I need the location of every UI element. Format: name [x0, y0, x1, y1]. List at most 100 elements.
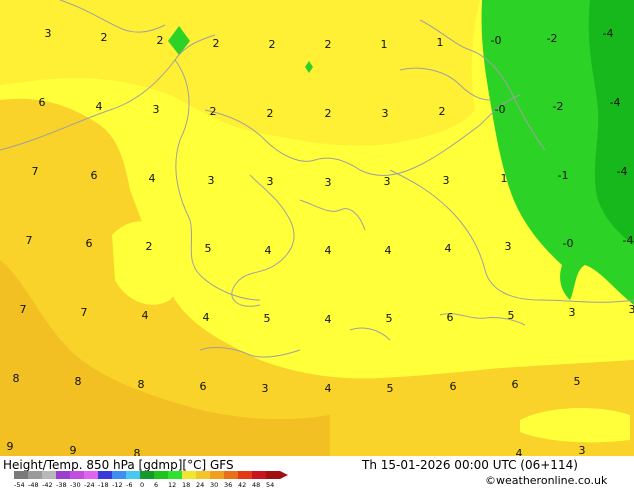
- contour-label: 2: [269, 38, 276, 51]
- scale-swatch: [154, 471, 168, 479]
- weather-map-page: 3 2 2 2 2 2 1 1 -0 -2 -4 6 4 3 2 2 2 3 2 -0 -2 -4 7 6 4 3 3 3 3 3 1 -1 -…: [0, 0, 634, 490]
- scale-tick-label: 42: [238, 481, 246, 489]
- contour-label: 2: [157, 34, 164, 47]
- scale-swatch: [266, 471, 280, 479]
- contour-label: 3: [505, 240, 512, 253]
- contour-label: 3: [569, 306, 576, 319]
- contour-label: 4: [325, 382, 332, 395]
- scale-arrow-right: [280, 471, 288, 479]
- contour-label: 3: [443, 174, 450, 187]
- contour-label: 4: [445, 242, 452, 255]
- scale-tick-label: -42: [42, 481, 53, 489]
- contour-label: 3: [579, 444, 586, 456]
- scale-swatch: [98, 471, 112, 479]
- contour-label: 5: [205, 242, 212, 255]
- contour-label: 3: [384, 175, 391, 188]
- contour-label: 6: [86, 237, 93, 250]
- contour-label: -2: [553, 100, 564, 113]
- contour-label: 3: [153, 103, 160, 116]
- contour-label: 5: [574, 375, 581, 388]
- contour-label: 4: [96, 100, 103, 113]
- contour-label: 8: [134, 447, 141, 456]
- scale-tick-label: 48: [252, 481, 260, 489]
- contour-label: 7: [81, 306, 88, 319]
- contour-label: -4: [623, 234, 634, 247]
- contour-label: 4: [203, 311, 210, 324]
- scale-tick-label: -12: [112, 481, 123, 489]
- contour-label: 3: [267, 175, 274, 188]
- scale-tick-label: -6: [126, 481, 132, 489]
- scale-tick-label: 12: [168, 481, 176, 489]
- scale-tick-label: 30: [210, 481, 218, 489]
- scale-swatch: [112, 471, 126, 479]
- contour-label: -0: [563, 237, 574, 250]
- contour-label: -4: [610, 96, 621, 109]
- contour-label: -0: [491, 34, 502, 47]
- scale-swatch: [42, 471, 56, 479]
- scale-swatch: [210, 471, 224, 479]
- contour-label: 1: [381, 38, 388, 51]
- map-datetime: Th 15-01-2026 00:00 UTC (06+114): [362, 458, 578, 472]
- scale-swatch: [84, 471, 98, 479]
- contour-label: 5: [387, 382, 394, 395]
- contour-label: 2: [325, 107, 332, 120]
- map-footer: Height/Temp. 850 hPa [gdmp][°C] GFS Th 1…: [0, 456, 634, 490]
- scale-swatch: [14, 471, 28, 479]
- contour-label: 1: [501, 172, 508, 185]
- contour-label: 1: [437, 36, 444, 49]
- scale-tick-label: -30: [70, 481, 81, 489]
- contour-label: 5: [264, 312, 271, 325]
- contour-label: 3: [325, 176, 332, 189]
- website-credit[interactable]: ©weatheronline.co.uk: [485, 474, 607, 487]
- contour-label: 6: [39, 96, 46, 109]
- scale-tick-label: 18: [182, 481, 190, 489]
- scale-tick-label: -18: [98, 481, 109, 489]
- scale-swatch: [224, 471, 238, 479]
- scale-tick-label: 24: [196, 481, 204, 489]
- contour-label: -2: [547, 32, 558, 45]
- scale-swatch: [168, 471, 182, 479]
- scale-swatch: [196, 471, 210, 479]
- contour-label: 2: [267, 107, 274, 120]
- scale-tick-label: -48: [28, 481, 39, 489]
- scale-swatch: [238, 471, 252, 479]
- contour-label: -0: [495, 103, 506, 116]
- map-title: Height/Temp. 850 hPa [gdmp][°C] GFS: [3, 458, 234, 472]
- contour-label: 2: [146, 240, 153, 253]
- scale-tick-label: 36: [224, 481, 232, 489]
- contour-label: 9: [70, 444, 77, 456]
- contour-label: 8: [138, 378, 145, 391]
- contour-label: -4: [617, 165, 628, 178]
- contour-label: 9: [7, 440, 14, 453]
- contour-label: 4: [325, 244, 332, 257]
- contour-label: 3: [262, 382, 269, 395]
- scale-swatch: [182, 471, 196, 479]
- scale-swatch: [70, 471, 84, 479]
- contour-label: 5: [508, 309, 515, 322]
- contour-label: 3: [45, 27, 52, 40]
- contour-label: 5: [386, 312, 393, 325]
- contour-label: 4: [516, 447, 523, 456]
- scale-tick-label: 6: [154, 481, 158, 489]
- contour-label: 6: [450, 380, 457, 393]
- contour-label: 6: [512, 378, 519, 391]
- contour-label: 8: [13, 372, 20, 385]
- scale-swatch: [28, 471, 42, 479]
- contour-label: 3: [208, 174, 215, 187]
- contour-label: 6: [447, 311, 454, 324]
- scale-tick-label: -54: [14, 481, 25, 489]
- contour-label: 7: [26, 234, 33, 247]
- contour-label: -4: [603, 27, 614, 40]
- contour-label: 8: [75, 375, 82, 388]
- weather-map: 3 2 2 2 2 2 1 1 -0 -2 -4 6 4 3 2 2 2 3 2 -0 -2 -4 7 6 4 3 3 3 3 3 1 -1 -…: [0, 0, 634, 456]
- scale-tick-label: -24: [84, 481, 95, 489]
- contour-label: 6: [200, 380, 207, 393]
- contour-label: 2: [325, 38, 332, 51]
- color-scale-bar: -54 -48 -42 -38 -30 -24 -18 -12 -6 0 6 12 18 24 30 36 42…: [14, 471, 288, 489]
- scale-swatch: [56, 471, 70, 479]
- scale-tick-label: -38: [56, 481, 67, 489]
- contour-label: 2: [213, 37, 220, 50]
- contour-label: 3: [382, 107, 389, 120]
- scale-swatch: [252, 471, 266, 479]
- scale-swatch: [126, 471, 140, 479]
